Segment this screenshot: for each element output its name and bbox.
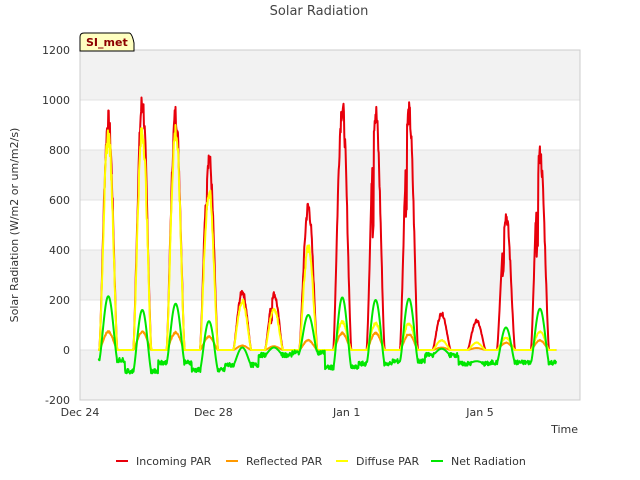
x-tick-label: Dec 24 xyxy=(61,406,100,419)
legend-label: Diffuse PAR xyxy=(356,455,420,468)
legend-label: Incoming PAR xyxy=(136,455,212,468)
plot-band xyxy=(80,250,580,300)
x-tick-label: Jan 1 xyxy=(332,406,360,419)
plot-band xyxy=(80,150,580,200)
y-tick-label: 1000 xyxy=(42,94,70,107)
plot-band xyxy=(80,50,580,100)
y-tick-label: 800 xyxy=(49,144,70,157)
plot-band xyxy=(80,350,580,400)
series-layer xyxy=(97,96,558,375)
legend: Incoming PAR Reflected PAR Diffuse PAR Net … xyxy=(116,455,526,468)
x-axis-ticks: Dec 24 Dec 28 Jan 1 Jan 5 xyxy=(61,406,494,419)
y-tick-label: 400 xyxy=(49,244,70,257)
solar-radiation-chart: -200020040060080010001200 Dec 24 Dec 28 Ja… xyxy=(8,4,581,468)
chart-title: Solar Radiation xyxy=(270,4,369,19)
x-axis-label: Time xyxy=(550,423,578,436)
site-badge: SI_met xyxy=(79,32,135,52)
y-tick-label: 200 xyxy=(49,294,70,307)
x-tick-label: Dec 28 xyxy=(194,406,233,419)
y-tick-label: 1200 xyxy=(42,44,70,57)
y-axis-label: Solar Radiation (W/m2 or um/m2/s) xyxy=(8,128,21,323)
x-tick-label: Jan 5 xyxy=(465,406,493,419)
y-tick-label: 600 xyxy=(49,194,70,207)
badge-label: SI_met xyxy=(86,36,128,49)
legend-label: Net Radiation xyxy=(451,455,526,468)
y-tick-label: 0 xyxy=(63,344,70,357)
series-line-0 xyxy=(97,96,557,351)
y-axis-ticks: -200020040060080010001200 xyxy=(42,44,70,407)
legend-label: Reflected PAR xyxy=(246,455,323,468)
